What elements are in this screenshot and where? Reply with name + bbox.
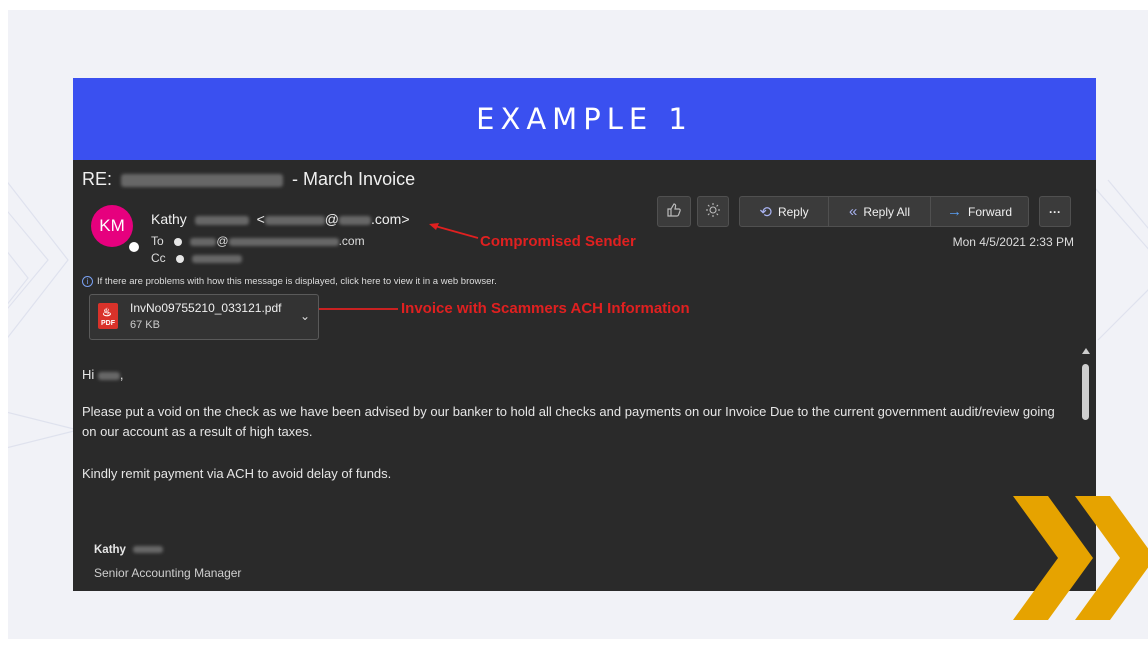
info-icon: i xyxy=(82,276,93,287)
more-actions-button[interactable]: ··· xyxy=(1039,196,1071,227)
reply-all-icon: « xyxy=(848,203,858,220)
example-banner: EXAMPLE 1 xyxy=(73,78,1096,160)
signature-title: Senior Accounting Manager xyxy=(94,566,242,580)
sun-icon xyxy=(705,202,721,222)
presence-dot xyxy=(127,240,141,254)
greeting: Hi , xyxy=(82,365,124,385)
annotation-compromised-sender: Compromised Sender xyxy=(480,233,636,250)
pdf-file-icon: ♨ PDF xyxy=(98,303,118,329)
sender-domain-end: .com> xyxy=(371,211,410,227)
banner-title: EXAMPLE 1 xyxy=(476,102,693,136)
reply-label: Reply xyxy=(777,204,809,219)
chevron-logo-icon xyxy=(1013,496,1148,620)
sender-arrow-line xyxy=(434,225,479,239)
redacted-to-domain xyxy=(228,237,339,246)
chevron-left-shape xyxy=(1013,496,1093,620)
redacted-cc xyxy=(192,254,243,263)
sender-arrow-head xyxy=(429,223,439,230)
thumbs-up-icon xyxy=(666,202,682,222)
annotation-invoice: Invoice with Scammers ACH Information xyxy=(401,300,690,317)
acrobat-glyph-icon: ♨ xyxy=(102,307,112,319)
body-paragraph-2: Kindly remit payment via ACH to avoid de… xyxy=(82,466,392,481)
signature-name: Kathy xyxy=(94,544,164,556)
more-icon: ··· xyxy=(1049,204,1061,219)
to-domain-end: .com xyxy=(338,234,365,248)
email-window: RE: - March Invoice KM Kathy < @ .com> To … xyxy=(73,160,1096,591)
pdf-label: PDF xyxy=(101,320,115,327)
sender-line[interactable]: Kathy < @ .com> xyxy=(151,211,410,227)
sender-open: < xyxy=(256,211,265,227)
email-subject: RE: - March Invoice xyxy=(82,169,415,190)
forward-label: Forward xyxy=(967,204,1012,219)
cc-label: Cc xyxy=(151,251,166,265)
attachment-size: 67 KB xyxy=(130,319,160,331)
to-at: @ xyxy=(216,234,229,248)
email-date: Mon 4/5/2021 2:33 PM xyxy=(952,235,1074,249)
reply-all-label: Reply All xyxy=(863,204,911,219)
redacted-signature-surname xyxy=(133,546,164,554)
forward-button[interactable]: → Forward xyxy=(930,196,1029,227)
cc-status-dot xyxy=(176,254,185,263)
sender-name: Kathy xyxy=(151,211,187,227)
sun-button[interactable] xyxy=(697,196,729,227)
signature-first-name: Kathy xyxy=(94,544,126,556)
reply-button[interactable]: ⟲ Reply xyxy=(739,196,829,227)
reply-all-button[interactable]: « Reply All xyxy=(828,196,931,227)
redacted-sender-surname xyxy=(194,215,249,225)
redacted-sender-domain xyxy=(339,215,371,225)
to-line: To @ .com xyxy=(151,234,365,248)
reply-icon: ⟲ xyxy=(759,203,772,221)
infobar-text: If there are problems with how this mess… xyxy=(97,276,497,287)
body-paragraph-1: Please put a void on the check as we hav… xyxy=(82,404,1055,439)
avatar-initials: KM xyxy=(99,216,125,235)
redacted-subject xyxy=(121,173,284,187)
sender-at: @ xyxy=(324,211,339,227)
forward-arrow-icon: → xyxy=(946,203,962,220)
subject-suffix: - March Invoice xyxy=(292,169,416,189)
greeting-prefix: Hi xyxy=(82,367,95,382)
subject-prefix: RE: xyxy=(82,169,113,189)
attachment-card[interactable]: ♨ PDF InvNo09755210_033121.pdf 67 KB ⌄ xyxy=(89,294,319,340)
scroll-thumb[interactable] xyxy=(1082,364,1089,420)
attachment-filename: InvNo09755210_033121.pdf xyxy=(130,301,282,315)
to-status-dot xyxy=(174,237,183,246)
greeting-suffix: , xyxy=(119,367,124,382)
chevron-down-icon[interactable]: ⌄ xyxy=(300,309,310,323)
cc-line: Cc xyxy=(151,251,243,265)
display-problem-infobar[interactable]: i If there are problems with how this me… xyxy=(82,276,497,287)
scroll-up-arrow-icon[interactable] xyxy=(1082,348,1090,354)
like-button[interactable] xyxy=(657,196,691,227)
redacted-sender-user xyxy=(264,215,325,225)
to-label: To xyxy=(151,234,164,248)
redacted-recipient-name xyxy=(97,371,120,380)
redacted-to-user xyxy=(190,237,217,246)
avatar[interactable]: KM xyxy=(91,205,133,247)
